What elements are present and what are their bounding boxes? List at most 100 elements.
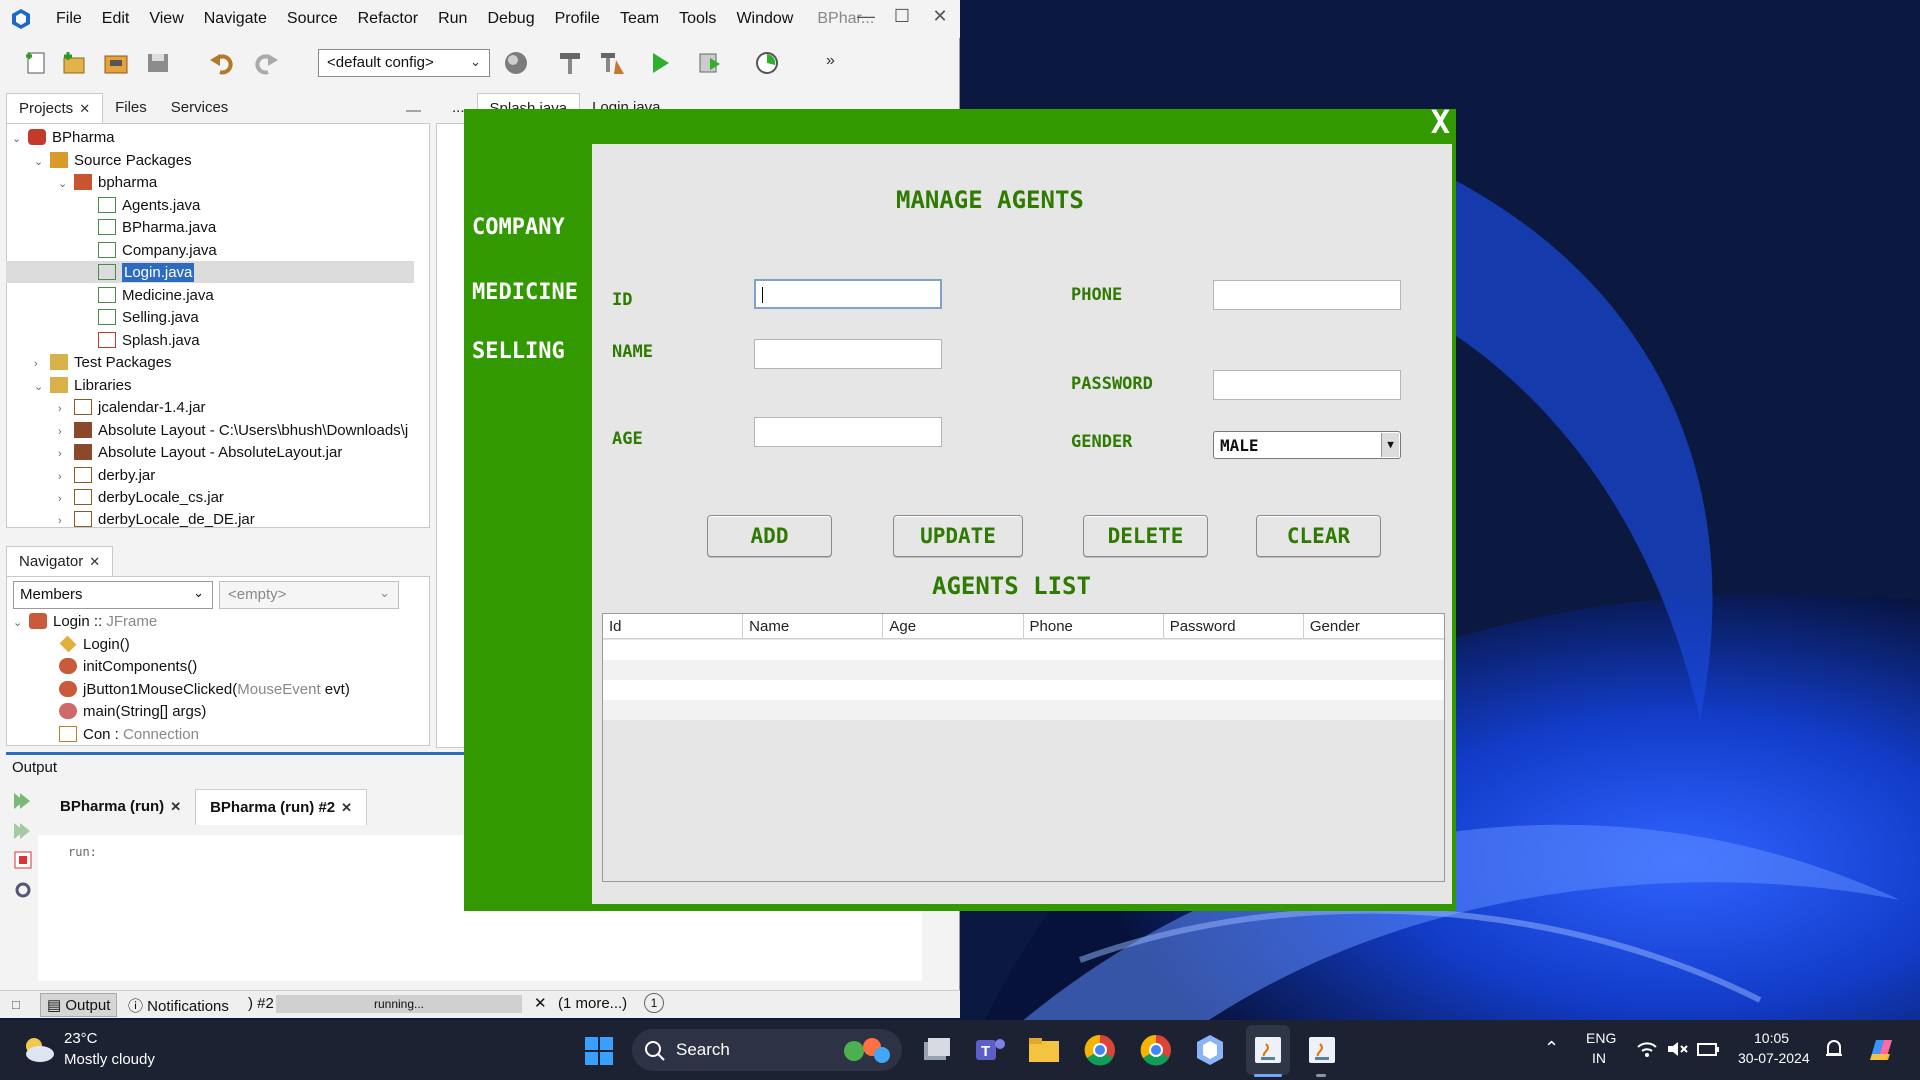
navigator-item[interactable]: Login(): [59, 634, 130, 656]
chrome-icon[interactable]: [1082, 1032, 1118, 1068]
menu-debug[interactable]: Debug: [477, 10, 544, 28]
menu-run[interactable]: Run: [428, 10, 477, 28]
tree-item-jar[interactable]: › Absolute Layout - C:\Users\bhush\Downlo…: [58, 420, 408, 442]
close-tab-icon[interactable]: ✕: [89, 554, 100, 569]
tree-item-selling-java[interactable]: Selling.java: [98, 307, 199, 329]
close-tab-icon[interactable]: ✕: [341, 800, 352, 815]
file-explorer-icon[interactable]: [1026, 1032, 1062, 1068]
netbeans-taskbar-icon[interactable]: [1192, 1032, 1228, 1068]
battery-charging-icon[interactable]: [1696, 1040, 1720, 1058]
gender-select[interactable]: MALE ▼: [1213, 431, 1401, 459]
cancel-progress-icon[interactable]: ✕: [534, 994, 547, 1012]
profile-icon[interactable]: [754, 50, 782, 76]
tree-item-test-packages[interactable]: › Test Packages: [34, 352, 172, 374]
close-frame-button[interactable]: X: [1431, 103, 1450, 141]
navigator-item[interactable]: Con : Connection: [59, 724, 199, 746]
tab-services[interactable]: Services: [159, 93, 241, 123]
notification-bell-icon[interactable]: [1824, 1038, 1844, 1060]
start-windows-icon[interactable]: [584, 1036, 614, 1066]
close-window-icon[interactable]: ✕: [920, 6, 960, 32]
menu-profile[interactable]: Profile: [545, 10, 610, 28]
status-notifications-button[interactable]: ⓘ Notifications: [128, 995, 229, 1016]
open-project-icon[interactable]: [102, 50, 130, 76]
name-field[interactable]: [754, 339, 942, 369]
copilot-icon[interactable]: [1864, 1034, 1896, 1066]
browser-globe-icon[interactable]: [502, 50, 530, 76]
update-button[interactable]: UPDATE: [893, 515, 1023, 557]
clean-build-icon[interactable]: [598, 50, 626, 76]
tab-files[interactable]: Files: [103, 93, 159, 123]
tree-item-source-packages[interactable]: ⌄ Source Packages: [34, 150, 192, 172]
menu-refactor[interactable]: Refactor: [348, 10, 428, 28]
close-tab-icon[interactable]: ✕: [170, 799, 181, 814]
maximize-output-icon[interactable]: □: [12, 997, 20, 1012]
tree-item-bpharma[interactable]: ⌄ BPharma: [12, 127, 115, 149]
nav-company[interactable]: COMPANY: [472, 215, 565, 240]
column-header-age[interactable]: Age: [883, 614, 1024, 639]
config-dropdown[interactable]: <default config> ⌄: [318, 49, 490, 77]
tree-item-login-java[interactable]: Login.java: [98, 262, 195, 284]
navigator-item[interactable]: main(String[] args): [59, 701, 206, 723]
taskbar-search[interactable]: Search: [632, 1029, 902, 1071]
settings-icon[interactable]: [12, 879, 34, 901]
weather-desc[interactable]: Mostly cloudy: [64, 1051, 155, 1068]
table-row[interactable]: [603, 700, 1444, 720]
teams-icon[interactable]: T: [972, 1032, 1008, 1068]
notification-count-badge[interactable]: 1: [644, 993, 664, 1013]
column-header-gender[interactable]: Gender: [1304, 614, 1444, 639]
toolbar-overflow-icon[interactable]: »: [826, 52, 835, 70]
rerun-icon[interactable]: [12, 791, 32, 811]
column-header-password[interactable]: Password: [1164, 614, 1304, 639]
region-label[interactable]: IN: [1592, 1050, 1606, 1066]
filter-dropdown[interactable]: <empty> ⌄: [219, 581, 399, 609]
run-icon[interactable]: [646, 50, 674, 76]
minimize-panel-icon[interactable]: —: [406, 102, 421, 119]
show-hidden-icons-icon[interactable]: ⌃: [1544, 1038, 1559, 1059]
rerun-with-params-icon[interactable]: [12, 821, 32, 841]
menu-file[interactable]: File: [46, 10, 92, 28]
tree-item-jar[interactable]: › derbyLocale_de_DE.jar: [58, 509, 255, 528]
chrome-profile-icon[interactable]: [1138, 1032, 1174, 1068]
status-output-button[interactable]: ▤ Output: [40, 993, 118, 1017]
task-view-icon[interactable]: [918, 1032, 954, 1068]
tab-run-1[interactable]: BPharma (run) ✕: [46, 789, 195, 825]
build-hammer-icon[interactable]: [556, 50, 584, 76]
tree-item-company-java[interactable]: Company.java: [98, 240, 217, 262]
tree-item-jar[interactable]: › Absolute Layout - AbsoluteLayout.jar: [58, 442, 342, 464]
clock-date[interactable]: 30-07-2024: [1738, 1050, 1810, 1066]
more-progress-link[interactable]: (1 more...): [558, 995, 627, 1012]
tree-item-jar[interactable]: › derbyLocale_cs.jar: [58, 487, 224, 509]
column-header-name[interactable]: Name: [743, 614, 884, 639]
column-header-phone[interactable]: Phone: [1024, 614, 1164, 639]
nav-selling[interactable]: SELLING: [472, 339, 565, 364]
clock-time[interactable]: 10:05: [1754, 1030, 1789, 1046]
table-row[interactable]: [603, 680, 1444, 700]
weather-temp[interactable]: 23°C: [64, 1030, 98, 1047]
menu-navigate[interactable]: Navigate: [194, 10, 277, 28]
delete-button[interactable]: DELETE: [1083, 515, 1208, 557]
age-field[interactable]: [754, 417, 942, 447]
tree-item-jar[interactable]: › derby.jar: [58, 465, 155, 487]
tree-item-agents-java[interactable]: Agents.java: [98, 195, 200, 217]
table-row[interactable]: [603, 640, 1444, 660]
tree-item-splash-java[interactable]: Splash.java: [98, 330, 200, 352]
navigator-item[interactable]: jButton1MouseClicked(MouseEvent evt): [59, 679, 350, 701]
language-label[interactable]: ENG: [1586, 1030, 1616, 1046]
undo-icon[interactable]: [208, 50, 236, 76]
redo-icon[interactable]: [252, 50, 280, 76]
menu-window[interactable]: Window: [726, 10, 803, 28]
menu-team[interactable]: Team: [610, 10, 669, 28]
menu-source[interactable]: Source: [277, 10, 348, 28]
members-dropdown[interactable]: Members ⌄: [13, 581, 213, 609]
minimize-icon[interactable]: —: [846, 6, 886, 32]
tree-item-medicine-java[interactable]: Medicine.java: [98, 285, 214, 307]
tab-navigator[interactable]: Navigator ✕: [6, 546, 114, 576]
add-button[interactable]: ADD: [707, 515, 832, 557]
tab-run-2[interactable]: BPharma (run) #2 ✕: [195, 789, 368, 825]
id-field[interactable]: [754, 279, 942, 309]
menu-edit[interactable]: Edit: [92, 10, 140, 28]
wifi-icon[interactable]: [1636, 1040, 1658, 1058]
java-app-icon[interactable]: [1304, 1032, 1340, 1068]
navigator-item[interactable]: ⌄ Login :: JFrame: [13, 611, 157, 633]
table-row[interactable]: [603, 660, 1444, 680]
